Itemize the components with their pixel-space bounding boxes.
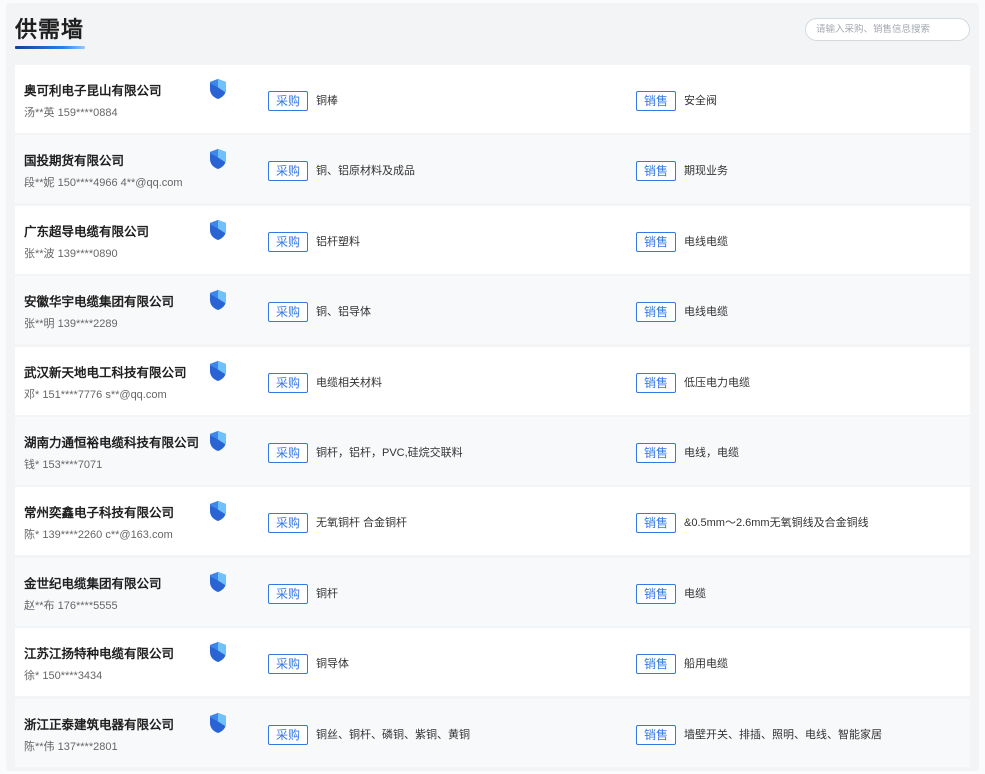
purchase-content: 无氧铜杆 合金铜杆	[316, 517, 408, 530]
purchase-tag: 采购	[268, 654, 308, 675]
sale-tag: 销售	[636, 654, 676, 675]
contact-info: 陈**伟 137****2801	[24, 740, 118, 753]
verified-shield-icon	[208, 148, 228, 170]
title-underline	[15, 46, 85, 49]
purchase-tag: 采购	[268, 442, 308, 463]
purchase-content: 铝杆塑料	[316, 235, 360, 248]
sale-content: 墙壁开关、排插、照明、电线、智能家居	[684, 728, 882, 741]
company-name[interactable]: 国投期货有限公司	[24, 152, 124, 170]
sale-content: 电线电缆	[684, 235, 728, 248]
verified-shield-icon	[208, 360, 228, 382]
supply-demand-row[interactable]: 金世纪电缆集团有限公司 赵**布 176****5555 采购 铜杆 销售 电缆	[15, 557, 970, 626]
company-name[interactable]: 奥可利电子昆山有限公司	[24, 82, 162, 100]
company-name[interactable]: 安徽华宇电缆集团有限公司	[24, 293, 174, 311]
company-name[interactable]: 江苏江扬特种电缆有限公司	[24, 645, 174, 663]
sale-content: 电线，电缆	[684, 446, 739, 459]
sale-tag: 销售	[636, 724, 676, 745]
company-name[interactable]: 浙江正泰建筑电器有限公司	[24, 716, 174, 734]
supply-demand-row[interactable]: 湖南力通恒裕电缆科技有限公司 钱* 153****7071 采购 铜杆，铝杆，P…	[15, 416, 970, 485]
contact-info: 张**波 139****0890	[24, 247, 118, 260]
search-box[interactable]	[805, 18, 970, 41]
verified-shield-icon	[208, 641, 228, 663]
contact-info: 张**明 139****2289	[24, 318, 118, 331]
contact-info: 段**妮 150****4966 4**@qq.com	[24, 177, 183, 190]
company-name[interactable]: 广东超导电缆有限公司	[24, 223, 149, 241]
supply-demand-list: 奥可利电子昆山有限公司 汤**英 159****0884 采购 铜棒 销售 安全…	[15, 65, 970, 767]
sale-tag: 销售	[636, 231, 676, 252]
sale-tag: 销售	[636, 302, 676, 323]
sale-tag: 销售	[636, 372, 676, 393]
search-input[interactable]	[816, 24, 959, 35]
purchase-content: 铜棒	[316, 95, 338, 107]
sale-tag: 销售	[636, 583, 676, 604]
purchase-content: 铜杆	[316, 587, 338, 600]
supply-demand-row[interactable]: 常州奕鑫电子科技有限公司 陈* 139****2260 c**@163.com …	[15, 487, 970, 556]
purchase-tag: 采购	[268, 231, 308, 252]
sale-tag: 销售	[636, 91, 676, 111]
verified-shield-icon	[208, 289, 228, 311]
verified-shield-icon	[208, 78, 228, 100]
verified-shield-icon	[208, 571, 228, 593]
sale-content: 电线电缆	[684, 306, 728, 319]
contact-info: 陈* 139****2260 c**@163.com	[24, 529, 173, 542]
purchase-tag: 采购	[268, 91, 308, 111]
purchase-tag: 采购	[268, 372, 308, 393]
purchase-tag: 采购	[268, 513, 308, 534]
page-title: 供需墙	[15, 17, 85, 42]
purchase-content: 铜丝、铜杆、磷铜、紫铜、黄铜	[316, 728, 470, 741]
sale-content: 船用电缆	[684, 658, 728, 671]
purchase-content: 铜导体	[316, 658, 349, 671]
contact-info: 徐* 150****3434	[24, 670, 103, 683]
supply-demand-row[interactable]: 广东超导电缆有限公司 张**波 139****0890 采购 铝杆塑料 销售 电…	[15, 205, 970, 274]
purchase-tag: 采购	[268, 161, 308, 182]
supply-demand-row[interactable]: 浙江正泰建筑电器有限公司 陈**伟 137****2801 采购 铜丝、铜杆、磷…	[15, 698, 970, 767]
verified-shield-icon	[208, 712, 228, 734]
supply-demand-row[interactable]: 奥可利电子昆山有限公司 汤**英 159****0884 采购 铜棒 销售 安全…	[15, 65, 970, 133]
contact-info: 汤**英 159****0884	[24, 107, 118, 119]
contact-info: 钱* 153****7071	[24, 458, 103, 471]
company-name[interactable]: 常州奕鑫电子科技有限公司	[24, 504, 174, 522]
purchase-content: 铜杆，铝杆，PVC,硅烷交联料	[316, 446, 463, 459]
purchase-content: 电缆相关材料	[316, 376, 382, 389]
purchase-tag: 采购	[268, 583, 308, 604]
contact-info: 赵**布 176****5555	[24, 599, 118, 612]
supply-demand-row[interactable]: 武汉新天地电工科技有限公司 邓* 151****7776 s**@qq.com …	[15, 346, 970, 415]
contact-info: 邓* 151****7776 s**@qq.com	[24, 388, 167, 401]
sale-content: 安全阀	[684, 95, 717, 107]
verified-shield-icon	[208, 430, 228, 452]
sale-content: 低压电力电缆	[684, 376, 750, 389]
company-name[interactable]: 湖南力通恒裕电缆科技有限公司	[24, 434, 199, 452]
supply-demand-row[interactable]: 江苏江扬特种电缆有限公司 徐* 150****3434 采购 铜导体 销售 船用…	[15, 628, 970, 697]
supply-demand-row[interactable]: 国投期货有限公司 段**妮 150****4966 4**@qq.com 采购 …	[15, 135, 970, 204]
verified-shield-icon	[208, 219, 228, 241]
sale-content: 期现业务	[684, 165, 728, 178]
supply-demand-row[interactable]: 安徽华宇电缆集团有限公司 张**明 139****2289 采购 铜、铝导体 销…	[15, 276, 970, 345]
sale-tag: 销售	[636, 442, 676, 463]
sale-tag: 销售	[636, 161, 676, 182]
sale-content: 电缆	[684, 587, 706, 600]
purchase-tag: 采购	[268, 302, 308, 323]
company-name[interactable]: 金世纪电缆集团有限公司	[24, 575, 162, 593]
sale-content: &0.5mm～2.6mm无氧铜线及合金铜线	[684, 517, 869, 530]
company-name[interactable]: 武汉新天地电工科技有限公司	[24, 364, 187, 382]
supply-demand-panel: 供需墙 奥可利电子昆山有限公司 汤**英 159****0884 采购 铜棒 销…	[6, 3, 979, 771]
sale-tag: 销售	[636, 513, 676, 534]
purchase-content: 铜、铝原材料及成品	[316, 165, 415, 178]
purchase-tag: 采购	[268, 724, 308, 745]
purchase-content: 铜、铝导体	[316, 306, 371, 319]
verified-shield-icon	[208, 500, 228, 522]
